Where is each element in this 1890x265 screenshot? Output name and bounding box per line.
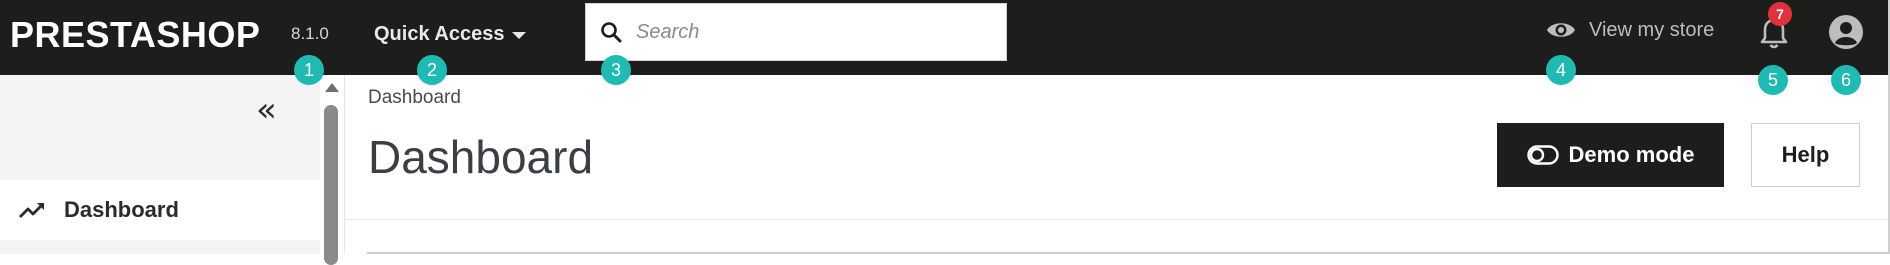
caret-down-icon (512, 32, 527, 39)
step-marker: 2 (417, 55, 447, 85)
page-title: Dashboard (368, 131, 594, 183)
step-marker: 5 (1758, 65, 1788, 95)
prestashop-logo[interactable]: PRESTASHOP (10, 14, 260, 56)
scroll-up-arrow-icon[interactable] (325, 83, 339, 92)
sidebar: « Dashboard (0, 75, 320, 254)
demo-mode-label: Demo mode (1568, 142, 1695, 167)
help-button[interactable]: Help (1751, 123, 1860, 187)
search-icon[interactable] (586, 4, 636, 60)
quick-access-dropdown[interactable]: Quick Access (374, 19, 527, 49)
toolbar-divider (345, 219, 1890, 220)
eye-icon (1547, 23, 1575, 37)
demo-mode-button[interactable]: Demo mode (1497, 123, 1724, 187)
scrollbar-thumb[interactable] (324, 105, 338, 265)
view-my-store-link[interactable]: View my store (1545, 18, 1714, 42)
breadcrumb[interactable]: Dashboard (368, 87, 461, 109)
step-marker: 6 (1831, 65, 1861, 95)
search-input[interactable] (636, 4, 1006, 60)
step-marker: 3 (601, 55, 631, 85)
search-box[interactable] (585, 3, 1007, 61)
account-icon[interactable] (1828, 14, 1864, 50)
sidebar-item-dashboard[interactable]: Dashboard (0, 180, 320, 240)
top-navbar: PRESTASHOP 8.1.0 Quick Access View my st… (0, 0, 1890, 75)
toggle-icon (1526, 145, 1559, 165)
version-label: 8.1.0 (291, 24, 329, 43)
step-marker: 4 (1546, 55, 1576, 85)
content-divider (344, 75, 345, 254)
quick-access-label: Quick Access (374, 22, 505, 45)
view-my-store-label: View my store (1589, 18, 1715, 41)
trending-up-icon (0, 200, 64, 220)
step-marker: 1 (294, 55, 324, 85)
collapse-sidebar-icon[interactable]: « (256, 93, 277, 127)
notification-count-badge: 7 (1768, 2, 1792, 26)
sidebar-item-label: Dashboard (64, 197, 179, 222)
sidebar-scrollbar[interactable] (320, 75, 344, 265)
